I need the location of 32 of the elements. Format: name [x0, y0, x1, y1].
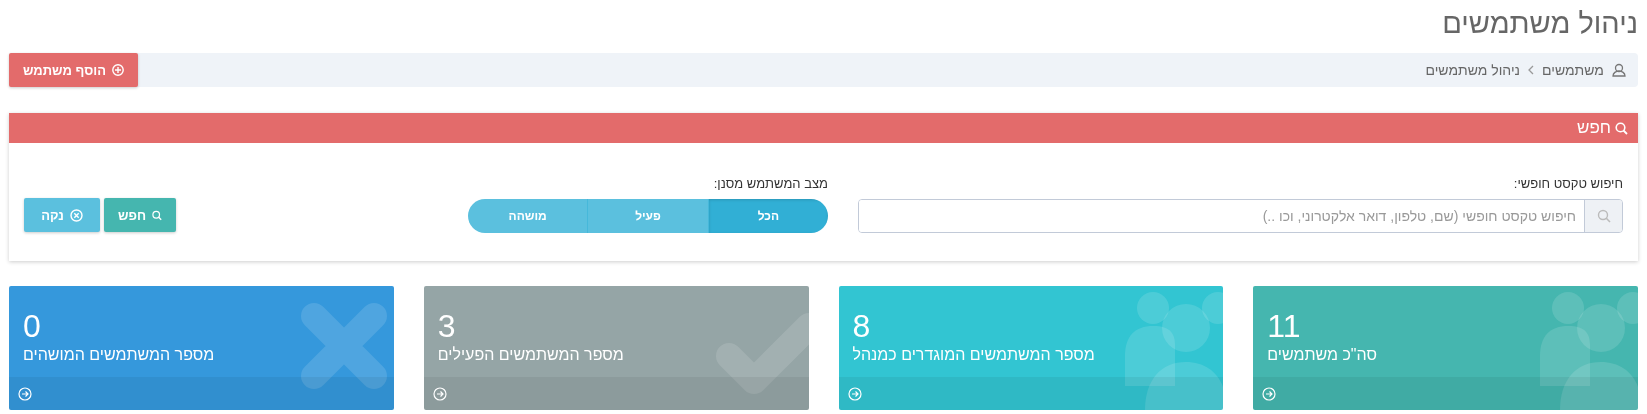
search-icon — [152, 208, 162, 222]
stat-count: 11 — [1267, 308, 1301, 344]
search-button[interactable]: חפש — [104, 198, 176, 232]
user-icon — [1612, 63, 1626, 77]
arrow-circle-icon — [432, 386, 447, 401]
clear-button[interactable]: נקה — [24, 198, 100, 232]
field-label: חיפוש טקסט חופשי: — [1512, 176, 1623, 191]
stat-label: מספר המשתמשים הפעילים — [437, 346, 624, 364]
arrow-circle-icon — [1262, 386, 1277, 401]
arrow-circle-icon — [18, 386, 32, 401]
panel-title: חפש — [1577, 118, 1611, 138]
stat-label: סה"כ משתמשים — [1267, 346, 1378, 364]
add-user-button[interactable]: הוסף משתמש — [9, 53, 138, 87]
stat-count: 0 — [23, 308, 41, 344]
stat-count: 8 — [852, 308, 871, 344]
close-circle-icon — [69, 208, 83, 222]
breadcrumb-link[interactable]: ניהול משתמשים — [1425, 62, 1521, 78]
filter-toggle-button[interactable]: הכל — [707, 199, 828, 233]
search-field[interactable]: חיפוש טקסט חופשי (שם, טלפון, דואר אלקטרוני, וכו ..) — [858, 199, 1623, 233]
field-label: מצב המשתמש מסנן: — [712, 176, 828, 191]
filter-toggle-button[interactable]: פעיל — [587, 199, 708, 233]
search-icon — [1615, 121, 1628, 135]
plus-circle-icon — [111, 64, 124, 76]
stat-count: 3 — [437, 308, 456, 344]
arrow-circle-icon — [847, 386, 862, 401]
chevron-icon — [1528, 65, 1535, 75]
breadcrumb-link[interactable]: משתמשים — [1542, 62, 1604, 78]
filter-toggle-button[interactable]: מושהה — [468, 199, 588, 233]
stat-label: מספר המשתמשים המושהים — [23, 346, 215, 364]
search-icon — [1596, 209, 1611, 223]
stat-label: מספר המשתמשים המוגדרים כמנהל — [852, 346, 1095, 364]
page-title: ניהול משתמשים — [1442, 6, 1638, 41]
